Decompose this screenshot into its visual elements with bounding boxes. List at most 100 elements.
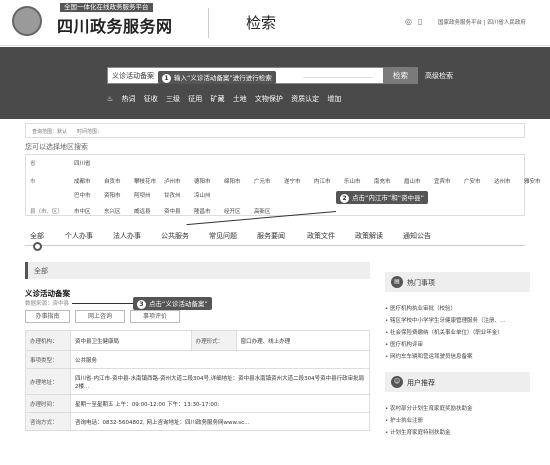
city-option[interactable]: 泸州市: [164, 177, 194, 185]
callout-text: 输入“义诊活动备案”进行进行检索: [174, 74, 272, 82]
tab-public-service[interactable]: 公共服务: [161, 231, 189, 241]
step-number: 1: [162, 74, 171, 83]
list-item[interactable]: • 护士执业注册: [385, 416, 530, 424]
hot-word[interactable]: 资质认定: [291, 95, 319, 103]
detail-value: 窗口办理、线上办理: [235, 330, 371, 351]
county-option[interactable]: 高新区: [254, 207, 284, 215]
weibo-icon[interactable]: ◎: [405, 17, 412, 26]
table-row: 咨询方式： 咨询电话：0832-5604802, 网上咨询地址：四川政务服务网w…: [25, 412, 370, 431]
city-option[interactable]: 雅安市: [524, 177, 550, 185]
city-option[interactable]: 内江市: [314, 177, 344, 185]
city-option[interactable]: 乐山市: [344, 177, 374, 185]
city-option[interactable]: 达州市: [494, 177, 524, 185]
hot-items-header: ▤ 热门事项: [385, 272, 530, 292]
county-option[interactable]: 资中县: [164, 207, 194, 215]
result-panel: 全部 义诊活动备案 数据来源：资中县 办事指南 网上咨询 事项评价 办理机构： …: [25, 262, 371, 460]
header-divider: [208, 8, 209, 38]
right-sidebar: ▤ 热门事项 • 医疗机构执业审批（校验） • 辖区学校中小学学生牙健康管理服务…: [385, 262, 530, 460]
site-brand[interactable]: 四川政务服务网: [57, 13, 173, 37]
user-recommend-header: ☺ 用户推荐: [385, 372, 530, 392]
list-item[interactable]: • 社会保险费缴纳（机关事业单位）（职业年金）: [385, 328, 530, 336]
city-option[interactable]: 广元市: [254, 177, 284, 185]
tab-policy-interpretation[interactable]: 政策解读: [355, 231, 383, 241]
county-option[interactable]: 威远县: [134, 207, 164, 215]
county-option[interactable]: 东兴区: [104, 207, 134, 215]
detail-value: 咨询电话：0832-5604802, 网上咨询地址：四川政务服务网www.sc.…: [70, 412, 370, 431]
list-item[interactable]: • 计划生育家庭特别扶助金: [385, 428, 530, 436]
tab-all[interactable]: 全部: [30, 231, 44, 241]
tab-legal-person[interactable]: 法人办事: [113, 231, 141, 241]
tab-faq[interactable]: 常见问题: [209, 231, 237, 241]
evaluate-button[interactable]: 事项评价: [130, 310, 180, 323]
detail-key: 办理机构：: [25, 330, 71, 351]
city-label: 市: [30, 179, 36, 185]
hot-word[interactable]: 征收: [144, 95, 158, 103]
city-option[interactable]: 巴中市: [74, 191, 104, 199]
document-icon: ▤: [391, 276, 403, 288]
search-button[interactable]: 检索: [383, 67, 418, 84]
hot-word[interactable]: 增加: [327, 95, 341, 103]
data-source: 数据来源：资中县: [25, 301, 70, 307]
county-option[interactable]: 市中区: [74, 207, 104, 215]
city-option[interactable]: 资阳市: [104, 191, 134, 199]
hot-word[interactable]: 矿藏: [210, 95, 224, 103]
hot-word[interactable]: 三级: [166, 95, 180, 103]
platform-slogan: 全国一体化在线政务服务平台: [60, 3, 153, 12]
city-option[interactable]: 凉山州: [194, 191, 224, 199]
tab-notices[interactable]: 通知公告: [403, 231, 431, 241]
province-option[interactable]: 四川省: [74, 159, 104, 167]
city-option[interactable]: 遂宁市: [284, 177, 314, 185]
result-title[interactable]: 义诊活动备案: [25, 288, 70, 299]
city-option[interactable]: 阿坝州: [134, 191, 164, 199]
tab-policy-docs[interactable]: 政策文件: [307, 231, 335, 241]
detail-key: 办理地址：: [25, 368, 71, 395]
guide-button[interactable]: 办事指南: [25, 310, 70, 323]
table-row: 办理机构： 资中县卫生健康局 办理形式： 窗口办理、线上办理: [25, 330, 371, 351]
list-item[interactable]: • 网约车车辆和营运驾驶员信息备案: [385, 352, 530, 360]
tab-news[interactable]: 服务要闻: [257, 231, 285, 241]
city-option[interactable]: 成都市: [74, 177, 104, 185]
list-item[interactable]: • 辖区学校中小学学生牙健康管理服务（注册、...: [385, 316, 530, 324]
city-option[interactable]: 绵阳市: [224, 177, 254, 185]
city-option[interactable]: 广安市: [464, 177, 494, 185]
result-tabs: 全部 个人办事 法人办事 公共服务 常见问题 服务要闻 政策文件 政策解读 通知…: [25, 226, 525, 251]
active-tab-indicator: [33, 242, 42, 251]
city-option[interactable]: 德阳市: [194, 177, 224, 185]
county-option[interactable]: 经开区: [224, 207, 254, 215]
table-row: 办理地址： 四川省-内江市-资中县-水南镇西路-资州大道二段304号,详细地址：…: [25, 368, 370, 395]
list-item[interactable]: • 医疗机构执业审批（校验）: [385, 304, 530, 312]
national-emblem-icon: [12, 6, 42, 36]
hot-word[interactable]: 征用: [188, 95, 202, 103]
city-option[interactable]: 自贡市: [104, 177, 134, 185]
consult-button[interactable]: 网上咨询: [75, 310, 125, 323]
city-option[interactable]: 宜宾市: [434, 177, 464, 185]
tab-personal[interactable]: 个人办事: [65, 231, 93, 241]
city-option[interactable]: 南充市: [374, 177, 404, 185]
detail-key: 事项类型：: [25, 350, 71, 369]
user-icon: ☺: [391, 376, 403, 388]
city-option[interactable]: 眉山市: [404, 177, 434, 185]
detail-key: 办理时间：: [25, 394, 71, 413]
step-number: 3: [137, 300, 146, 309]
detail-value: 资中县卫生健康局: [70, 330, 192, 351]
page: 全国一体化在线政务服务平台 四川政务服务网 检索 ◎ ▯ 国家政务服务平台 | 四…: [0, 0, 550, 465]
header-links[interactable]: 国家政务服务平台 | 四川省人民政府: [438, 18, 526, 26]
detail-value: 星期一至星期五 上午：09:00-12:00 下午：13:30-17:00;: [70, 394, 370, 413]
detail-key: 咨询方式：: [25, 412, 71, 431]
detail-key: 办理形式：: [190, 330, 237, 351]
county-option[interactable]: 隆昌市: [194, 207, 224, 215]
list-item[interactable]: • 农村部分计划生育家庭奖励扶助金: [385, 404, 530, 412]
mobile-icon[interactable]: ▯: [418, 17, 422, 26]
city-option[interactable]: 甘孜州: [164, 191, 194, 199]
callout-arrow: [303, 77, 373, 78]
city-option[interactable]: 攀枝花市: [134, 177, 164, 185]
page-title: 检索: [246, 14, 277, 32]
callout-text: 点击“内江市”和“资中县”: [352, 194, 424, 202]
hot-word[interactable]: 土地: [233, 95, 247, 103]
list-item[interactable]: • 医疗机构评审: [385, 340, 530, 348]
hot-word[interactable]: 文物保护: [255, 95, 283, 103]
filter-bar[interactable]: 查询范围：默认 时间范围：: [25, 123, 525, 138]
advanced-search-link[interactable]: 高级检索: [425, 71, 453, 81]
detail-value: 公共服务: [70, 350, 370, 369]
step-number: 2: [340, 194, 349, 203]
